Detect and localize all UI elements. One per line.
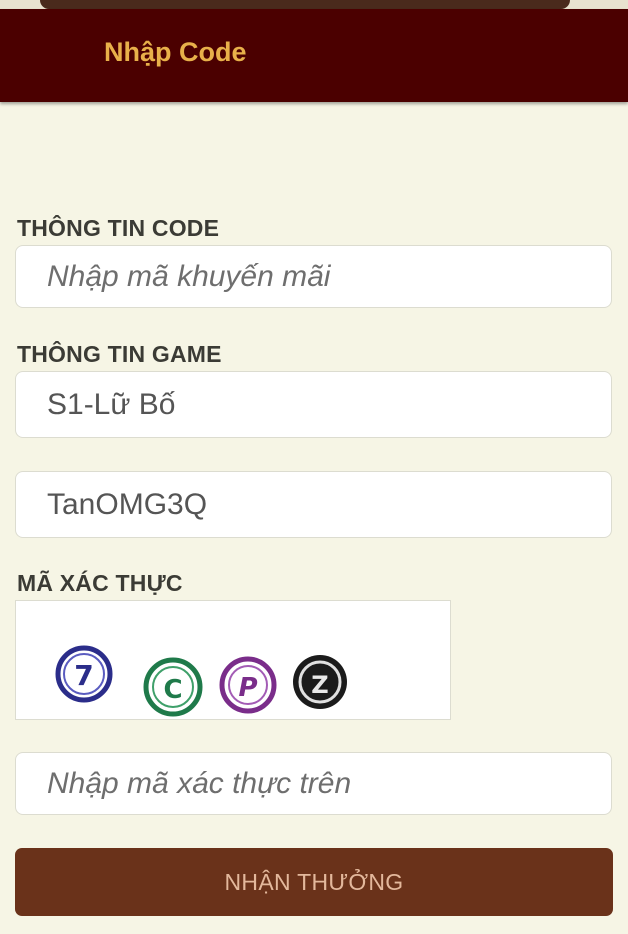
server-select[interactable]: S1-Lữ Bố — [15, 371, 612, 438]
banner-ornament — [40, 0, 570, 9]
server-value: S1-Lữ Bố — [47, 387, 176, 421]
character-value: TanOMG3Q — [47, 487, 208, 521]
captcha-image[interactable]: 7 C P Z — [15, 600, 451, 720]
captcha-glyph: Z — [293, 655, 347, 709]
captcha-char-2: C — [163, 675, 182, 705]
captcha-placeholder: Nhập mã xác thực trên — [47, 766, 352, 800]
header-bar: Nhập Code — [0, 9, 628, 102]
claim-reward-button[interactable]: NHẬN THƯỞNG — [15, 848, 613, 916]
code-section-label: THÔNG TIN CODE — [17, 215, 220, 241]
captcha-glyph: C — [143, 657, 203, 717]
game-section-label: THÔNG TIN GAME — [17, 341, 222, 367]
page-title: Nhập Code — [104, 37, 247, 67]
captcha-glyph: P — [219, 656, 277, 714]
captcha-graphic: 7 C P Z — [55, 645, 347, 717]
captcha-char-1: 7 — [74, 659, 93, 692]
top-banner-strip — [0, 0, 628, 9]
promo-code-input[interactable]: Nhập mã khuyến mãi — [15, 245, 612, 308]
captcha-glyph: 7 — [55, 645, 113, 703]
captcha-input[interactable]: Nhập mã xác thực trên — [15, 752, 612, 815]
captcha-char-3: P — [238, 673, 257, 703]
verify-section-label: MÃ XÁC THỰC — [17, 570, 183, 596]
captcha-char-4: Z — [311, 671, 328, 699]
promo-code-placeholder: Nhập mã khuyến mãi — [47, 259, 331, 293]
character-select[interactable]: TanOMG3Q — [15, 471, 612, 538]
claim-reward-label: NHẬN THƯỞNG — [224, 868, 404, 895]
